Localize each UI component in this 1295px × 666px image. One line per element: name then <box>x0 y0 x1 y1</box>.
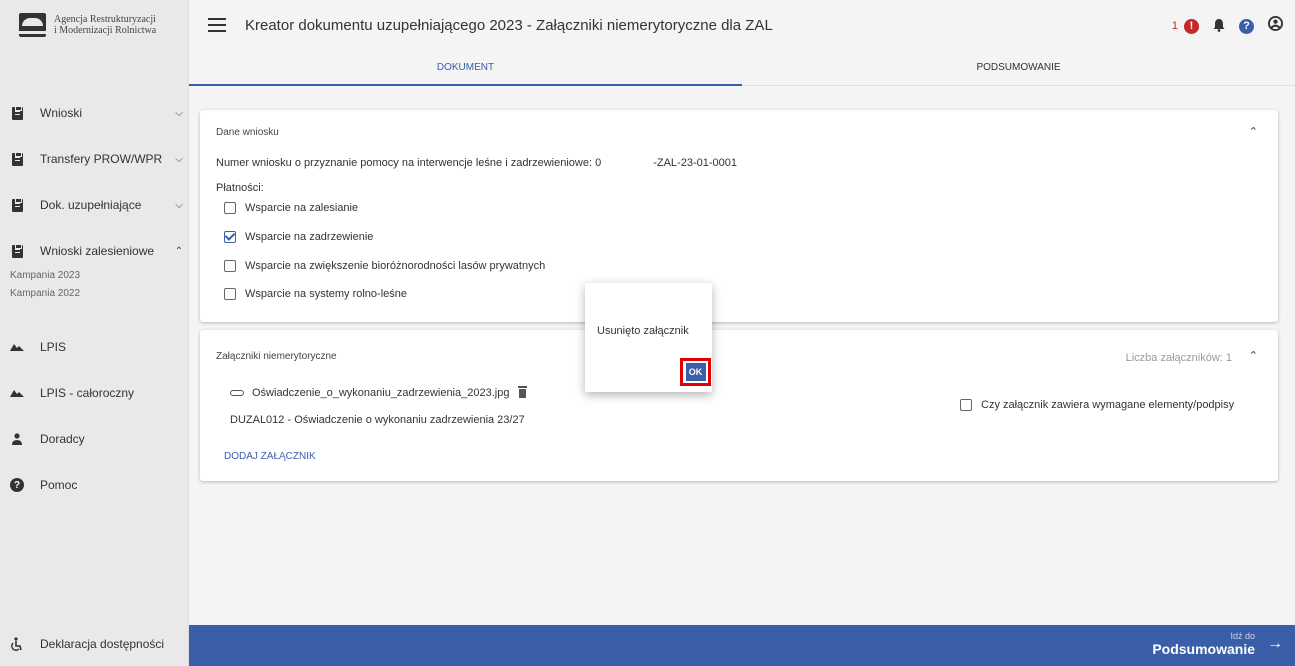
sidebar-item-label: Doradcy <box>40 432 85 446</box>
chevron-down-icon: ⌵ <box>175 199 183 211</box>
info-dialog: Usunięto załącznik OK <box>585 283 712 392</box>
checkbox-label: Wsparcie na systemy rolno-leśne <box>245 288 408 300</box>
account-icon[interactable] <box>1268 16 1283 36</box>
bell-icon[interactable] <box>1213 18 1225 35</box>
bottom-bar: Idź do Podsumowanie → <box>189 625 1295 666</box>
attachment-description: DUZAL012 - Oświadczenie o wykonaniu zadr… <box>230 414 525 426</box>
tabs: DOKUMENT PODSUMOWANIE <box>189 50 1295 86</box>
logo[interactable]: Agencja Restrukturyzacji i Modernizacji … <box>0 0 188 50</box>
application-number: Numer wniosku o przyznanie pomocy na int… <box>216 157 737 170</box>
checkbox-systemy-rolno-lesne[interactable] <box>224 288 236 300</box>
dane-wniosku-card: Dane wniosku ⌃ Numer wniosku o przyznani… <box>200 110 1278 322</box>
tab-podsumowanie[interactable]: PODSUMOWANIE <box>742 50 1295 85</box>
header-actions: 1 ! ? <box>1172 16 1283 36</box>
go-to-label: Idź do <box>1230 631 1255 641</box>
chevron-up-icon[interactable]: ⌃ <box>1249 125 1258 138</box>
zalaczniki-card: Załączniki niemerytoryczne Liczba załącz… <box>200 330 1278 481</box>
sidebar-subitems: Kampania 2023 Kampania 2022 <box>0 270 189 306</box>
checkbox-required-elements[interactable] <box>960 399 972 411</box>
go-to-summary-button[interactable]: Idź do Podsumowanie → <box>1152 631 1283 657</box>
sidebar-item-label: Transfery PROW/WPR <box>40 152 163 166</box>
application-number-label: Numer wniosku o przyznanie pomocy na int… <box>216 157 602 169</box>
checkbox-zalesianie[interactable] <box>224 202 236 214</box>
sidebar-item-label: Wnioski zalesieniowe <box>40 244 155 258</box>
checkbox-label: Wsparcie na zadrzewienie <box>245 231 374 243</box>
chevron-down-icon: ⌵ <box>175 107 183 119</box>
help-icon: ? <box>10 478 24 492</box>
logo-line1: Agencja Restrukturyzacji <box>54 14 156 25</box>
section-title: Załączniki niemerytoryczne <box>216 351 337 362</box>
menu-icon[interactable] <box>208 18 226 32</box>
sidebar-subitem-kampania-2022[interactable]: Kampania 2022 <box>0 288 189 306</box>
document-icon <box>10 105 24 120</box>
sidebar-item-wnioski-zalesieniowe[interactable]: Wnioski zalesieniowe ⌃ <box>0 228 189 274</box>
attachment-file-link[interactable]: Oświadczenie_o_wykonaniu_zadrzewienia_20… <box>252 387 509 399</box>
sidebar-item-label: Dok. uzupełniające <box>40 198 142 212</box>
sidebar-nav: Wnioski ⌵ Transfery PROW/WPR ⌵ Dok. uzup… <box>0 90 189 508</box>
sidebar-item-lpis-caloroczny[interactable]: LPIS - całoroczny <box>0 370 189 416</box>
add-attachment-button[interactable]: DODAJ ZAŁĄCZNIK <box>224 451 316 462</box>
trash-icon[interactable] <box>518 385 528 398</box>
notification-count: 1 <box>1171 20 1178 32</box>
summary-label: Podsumowanie <box>1152 641 1255 657</box>
go-to-summary-text: Idź do Podsumowanie <box>1152 631 1255 657</box>
sidebar-item-label: LPIS <box>40 340 67 354</box>
sidebar-item-label: Pomoc <box>40 478 78 492</box>
sidebar-item-transfery[interactable]: Transfery PROW/WPR ⌵ <box>0 136 189 182</box>
document-icon <box>10 151 24 166</box>
chevron-up-icon: ⌃ <box>174 245 184 257</box>
page-title: Kreator dokumentu uzupełniającego 2023 -… <box>245 16 773 34</box>
terrain-icon <box>10 340 24 354</box>
terrain-icon <box>10 386 24 400</box>
sidebar-item-dok-uzupelniajace[interactable]: Dok. uzupełniające ⌵ <box>0 182 189 228</box>
arrow-right-icon: → <box>1267 635 1283 652</box>
checkbox-row: Wsparcie na zalesianie <box>224 202 358 214</box>
dialog-message: Usunięto załącznik <box>597 325 689 337</box>
sidebar-item-label: Wnioski <box>40 106 83 120</box>
header: Kreator dokumentu uzupełniającego 2023 -… <box>189 0 1295 50</box>
chevron-up-icon[interactable]: ⌃ <box>1249 349 1258 362</box>
sidebar: Agencja Restrukturyzacji i Modernizacji … <box>0 0 189 666</box>
logo-line2: i Modernizacji Rolnictwa <box>54 25 157 36</box>
sidebar-subitem-kampania-2023[interactable]: Kampania 2023 <box>0 270 189 288</box>
sidebar-item-lpis[interactable]: LPIS <box>0 324 189 370</box>
checkbox-zadrzewienie[interactable] <box>224 231 236 243</box>
logo-text: Agencja Restrukturyzacji i Modernizacji … <box>54 14 156 36</box>
checkbox-row: Wsparcie na zadrzewienie <box>224 231 373 243</box>
redacted-block <box>601 157 654 170</box>
sidebar-item-doradcy[interactable]: Doradcy <box>0 416 189 462</box>
application-number-suffix: -ZAL-23-01-0001 <box>653 157 737 169</box>
sidebar-footer-label: Deklaracja dostępności <box>40 637 165 651</box>
ok-button[interactable]: OK <box>685 363 706 381</box>
checkbox-label: Wsparcie na zwiększenie bioróżnorodności… <box>245 260 546 272</box>
accessibility-icon <box>10 637 24 651</box>
chevron-down-icon: ⌵ <box>175 153 183 165</box>
sidebar-item-label: LPIS - całoroczny <box>40 386 135 400</box>
sidebar-item-deklaracja[interactable]: Deklaracja dostępności <box>0 622 189 666</box>
ok-highlight: OK <box>680 358 711 386</box>
help-icon[interactable]: ? <box>1239 18 1254 34</box>
alert-icon[interactable]: ! <box>1184 18 1199 34</box>
tab-dokument[interactable]: DOKUMENT <box>189 50 742 86</box>
sidebar-item-pomoc[interactable]: ? Pomoc <box>0 462 189 508</box>
checkbox-label: Czy załącznik zawiera wymagane elementy/… <box>981 399 1235 411</box>
sidebar-item-wnioski[interactable]: Wnioski ⌵ <box>0 90 189 136</box>
checkbox-label: Wsparcie na zalesianie <box>245 202 359 214</box>
checkbox-row: Wsparcie na zwiększenie bioróżnorodności… <box>224 260 545 272</box>
checkbox-row: Wsparcie na systemy rolno-leśne <box>224 288 407 300</box>
required-elements-row: Czy załącznik zawiera wymagane elementy/… <box>960 399 1234 411</box>
person-icon <box>10 432 24 446</box>
attachments-count: Liczba załączników: 1 <box>1125 352 1232 364</box>
attachment-item: Oświadczenie_o_wykonaniu_zadrzewienia_20… <box>230 385 528 399</box>
attachment-icon <box>230 390 244 396</box>
payments-label: Płatności: <box>216 182 264 194</box>
arimr-logo-icon <box>19 13 46 37</box>
checkbox-bioroznorodnosc[interactable] <box>224 260 236 272</box>
section-title: Dane wniosku <box>216 127 279 138</box>
document-icon <box>10 197 24 212</box>
document-icon <box>10 243 24 258</box>
